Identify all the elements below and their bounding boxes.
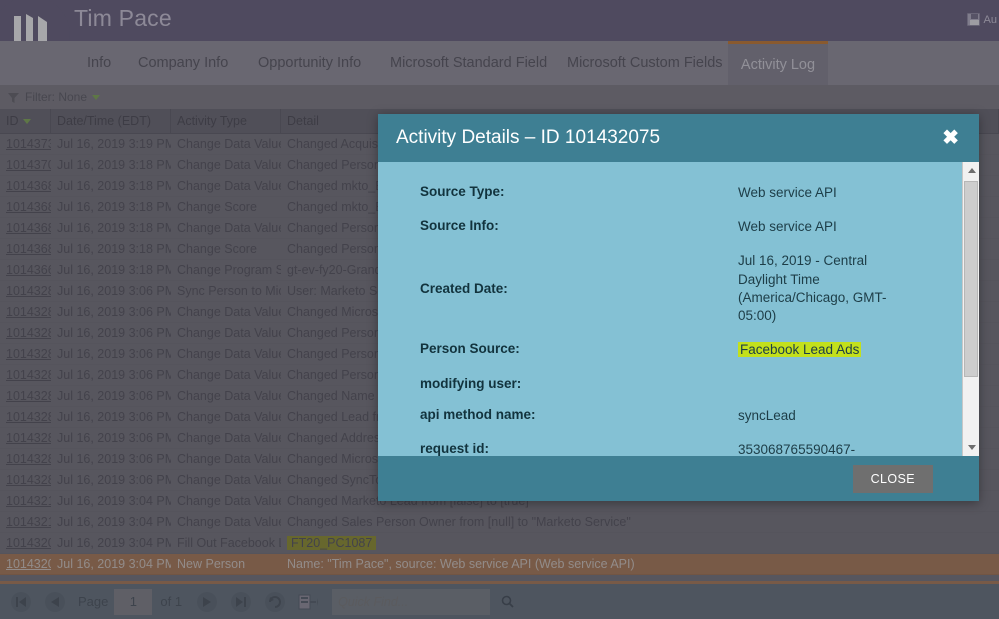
modal-field-row: request id: 353068765590467-c222#16bfc2ba…	[420, 441, 916, 456]
modal-field-label: Person Source:	[420, 341, 520, 357]
modal-field-value: Web service API	[738, 185, 837, 200]
modal-field-label: Created Date:	[420, 281, 508, 297]
modal-footer: CLOSE	[378, 456, 979, 501]
modal-field-value: syncLead	[738, 407, 796, 423]
scroll-down-arrow-icon[interactable]	[963, 439, 979, 456]
close-button[interactable]: CLOSE	[852, 464, 933, 493]
close-icon[interactable]: ✖	[936, 126, 965, 150]
modal-header: Activity Details – ID 101432075 ✖	[378, 114, 979, 162]
modal-field-list: Source Type: Web service API Source Info: W…	[378, 162, 916, 456]
modal-field-label: api method name:	[420, 406, 536, 422]
scrollbar-thumb[interactable]	[964, 181, 978, 377]
modal-body: Source Type: Web service API Source Info: W…	[378, 162, 979, 456]
activity-details-modal: Activity Details – ID 101432075 ✖ Source…	[378, 114, 979, 501]
modal-field-row: Created Date: Jul 16, 2019 - Central Dayl…	[420, 252, 916, 325]
modal-field-row: Source Type: Web service API	[420, 184, 916, 202]
modal-field-label: Source Type:	[420, 184, 505, 199]
modal-field-label: modifying user:	[420, 375, 522, 391]
modal-field-label: request id:	[420, 440, 490, 456]
app-root: Tim Pace Au Info Company Info Opportunit…	[0, 0, 999, 619]
highlighted-field-value: Facebook Lead Ads	[738, 342, 862, 358]
modal-field-value: Jul 16, 2019 - Central Daylight Time (Am…	[738, 253, 887, 324]
modal-scrollbar[interactable]	[962, 162, 979, 456]
modal-field-value: Web service API	[738, 219, 837, 235]
modal-field-row: Person Source: Facebook Lead Ads	[420, 341, 916, 359]
modal-field-row: modifying user:	[420, 376, 916, 391]
modal-field-label: Source Info:	[420, 218, 499, 234]
modal-field-row: Source Info: Web service API	[420, 218, 916, 236]
modal-title: Activity Details – ID 101432075	[396, 127, 661, 148]
modal-field-row: api method name: syncLead	[420, 407, 916, 425]
scroll-up-arrow-icon[interactable]	[963, 162, 979, 179]
modal-field-value	[738, 376, 916, 391]
modal-field-value: 353068765590467-c222#16bfc2ba8f9	[738, 441, 856, 456]
modal-field-value: Facebook Lead Ads	[738, 341, 916, 359]
